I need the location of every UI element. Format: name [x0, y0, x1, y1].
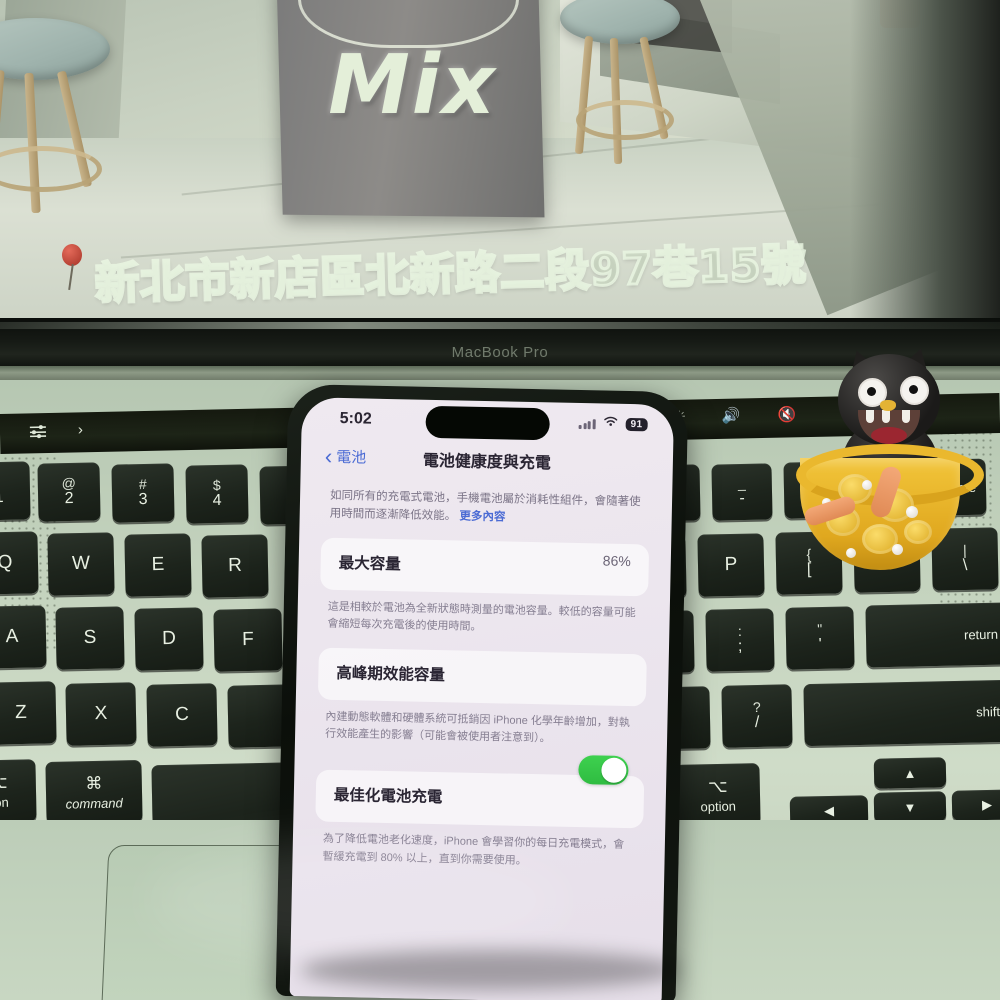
key-2-bottom: 2 — [64, 489, 74, 508]
volume-up-icon[interactable]: 🔊 — [722, 406, 741, 424]
more-info-link[interactable]: 更多內容 — [459, 510, 505, 523]
key-e[interactable]: E — [124, 533, 192, 597]
key-slash-top: ? — [752, 699, 761, 716]
status-bar-time: 5:02 — [339, 409, 372, 428]
key-3[interactable]: # 3 — [111, 463, 175, 523]
wifi-icon — [602, 414, 618, 432]
sliders-icon[interactable] — [28, 423, 48, 443]
key-4-bottom: 4 — [212, 491, 222, 510]
key-minus-bottom: - — [739, 489, 745, 507]
key-p[interactable]: P — [697, 533, 765, 597]
max-capacity-row[interactable]: 86% 最大容量 — [320, 537, 650, 597]
screen-glare — [150, 840, 570, 960]
key-3-top: # — [138, 476, 147, 493]
cellular-bars-icon — [578, 417, 596, 429]
key-shift-right[interactable]: shift — [803, 679, 1000, 747]
key-semicolon[interactable]: : ; — [705, 608, 775, 672]
key-minus[interactable]: _ - — [711, 463, 773, 521]
peak-performance-footnote: 內建動態軟體和硬體系統可抵銷因 iPhone 化學年齡增加，對執行效能產生的影響… — [324, 710, 630, 745]
key-4-top: $ — [212, 477, 221, 494]
key-4[interactable]: $ 4 — [185, 464, 249, 524]
monitor-right-shadow — [850, 0, 1000, 318]
cat-nose-icon — [880, 400, 896, 411]
key-arrow-down[interactable]: ▼ — [873, 791, 947, 823]
option-glyph-right: ⌥ — [707, 776, 728, 796]
key-arrow-right[interactable]: ▶ — [951, 789, 1000, 821]
shop-sign-text: Mix — [328, 38, 497, 133]
key-semicolon-bottom: ; — [737, 637, 743, 655]
key-option-left-label: tion — [0, 794, 9, 810]
bar-stool-left — [0, 18, 140, 214]
max-capacity-value: 86% — [602, 552, 631, 569]
key-command-left[interactable]: ⌘ command — [45, 760, 143, 824]
key-2-top: @ — [61, 475, 77, 492]
gold-coin — [904, 520, 932, 544]
key-z[interactable]: Z — [0, 681, 57, 745]
key-minus-top: _ — [737, 475, 746, 492]
key-d[interactable]: D — [134, 607, 204, 671]
key-semicolon-top: : — [737, 623, 742, 640]
key-option-right-label: option — [700, 798, 737, 814]
key-1[interactable]: ! 1 — [0, 461, 31, 521]
max-capacity-footnote: 這是相較於電池為全新狀態時測量的電池容量。較低的容量可能會縮短每次充電後的使用時… — [327, 600, 636, 634]
key-3-bottom: 3 — [138, 490, 148, 509]
key-quote-top: " — [817, 621, 823, 638]
optimized-charging-toggle[interactable] — [578, 755, 629, 786]
nav-bar: ‹ 電池 電池健康度與充電 — [301, 437, 674, 483]
key-1-top: ! — [0, 474, 1, 490]
optimized-charging-row[interactable]: 最佳化電池充電 — [315, 755, 645, 829]
cat-tongue — [871, 427, 907, 444]
key-slash[interactable]: ? / — [721, 684, 793, 748]
key-r[interactable]: R — [201, 534, 269, 598]
chevron-right-small-icon[interactable]: › — [78, 421, 83, 438]
key-slash-bottom: / — [754, 713, 760, 731]
key-quote-bottom: ' — [818, 635, 822, 653]
intro-text: 如同所有的充電式電池，手機電池屬於消耗性組件，會隨著使用時間而逐漸降低效能。 更… — [300, 475, 673, 530]
peak-performance-row[interactable]: 高峰期效能容量 — [317, 647, 647, 707]
wall-monitor-screen: Mix 新北市新店區北新路二段97巷15號 — [0, 0, 1000, 318]
page-title: 電池健康度與充電 — [422, 452, 552, 473]
white-pearl — [892, 544, 903, 555]
key-s[interactable]: S — [55, 606, 125, 670]
volume-mute-icon[interactable]: 🔇 — [778, 405, 797, 423]
key-q[interactable]: Q — [0, 531, 39, 595]
white-pearl — [862, 480, 872, 490]
key-return[interactable]: return — [865, 602, 1000, 668]
red-marker-dot — [62, 244, 82, 266]
key-quote[interactable]: " ' — [785, 606, 855, 670]
key-command-left-label: command — [65, 794, 123, 812]
command-glyph-left: ⌘ — [85, 773, 103, 793]
status-bar-indicators: 91 — [578, 414, 648, 433]
key-x[interactable]: X — [65, 682, 137, 746]
cat-tooth — [866, 410, 874, 423]
key-1-bottom: 1 — [0, 488, 4, 507]
key-c[interactable]: C — [146, 683, 218, 747]
optimized-charging-title: 最佳化電池充電 — [333, 786, 443, 807]
cat-tooth — [902, 410, 910, 423]
cat-eye-right-icon — [900, 376, 929, 405]
laptop-lid-highlight — [0, 322, 1000, 329]
photo-scene: Mix 新北市新店區北新路二段97巷15號 MacBook Pro › ‹ ☀ … — [0, 0, 1000, 1000]
max-capacity-title: 最大容量 — [338, 554, 401, 573]
white-pearl — [906, 506, 918, 518]
bar-stool-right — [560, 0, 720, 172]
phone-shadow — [300, 950, 680, 990]
white-pearl — [846, 548, 856, 558]
key-f[interactable]: F — [213, 608, 283, 672]
key-option-right[interactable]: ⌥ option — [675, 763, 761, 827]
key-2[interactable]: @ 2 — [37, 462, 101, 522]
battery-percent-badge: 91 — [625, 417, 648, 431]
peak-performance-title: 高峰期效能容量 — [336, 664, 446, 685]
key-a[interactable]: A — [0, 605, 47, 669]
key-arrow-up[interactable]: ▲ — [873, 757, 947, 789]
key-option-left[interactable]: ⌥ tion — [0, 759, 37, 823]
key-w[interactable]: W — [47, 532, 115, 596]
dynamic-island — [425, 405, 550, 441]
cat-figurine — [796, 343, 984, 578]
cat-tooth — [882, 410, 890, 423]
option-glyph-left: ⌥ — [0, 772, 8, 792]
